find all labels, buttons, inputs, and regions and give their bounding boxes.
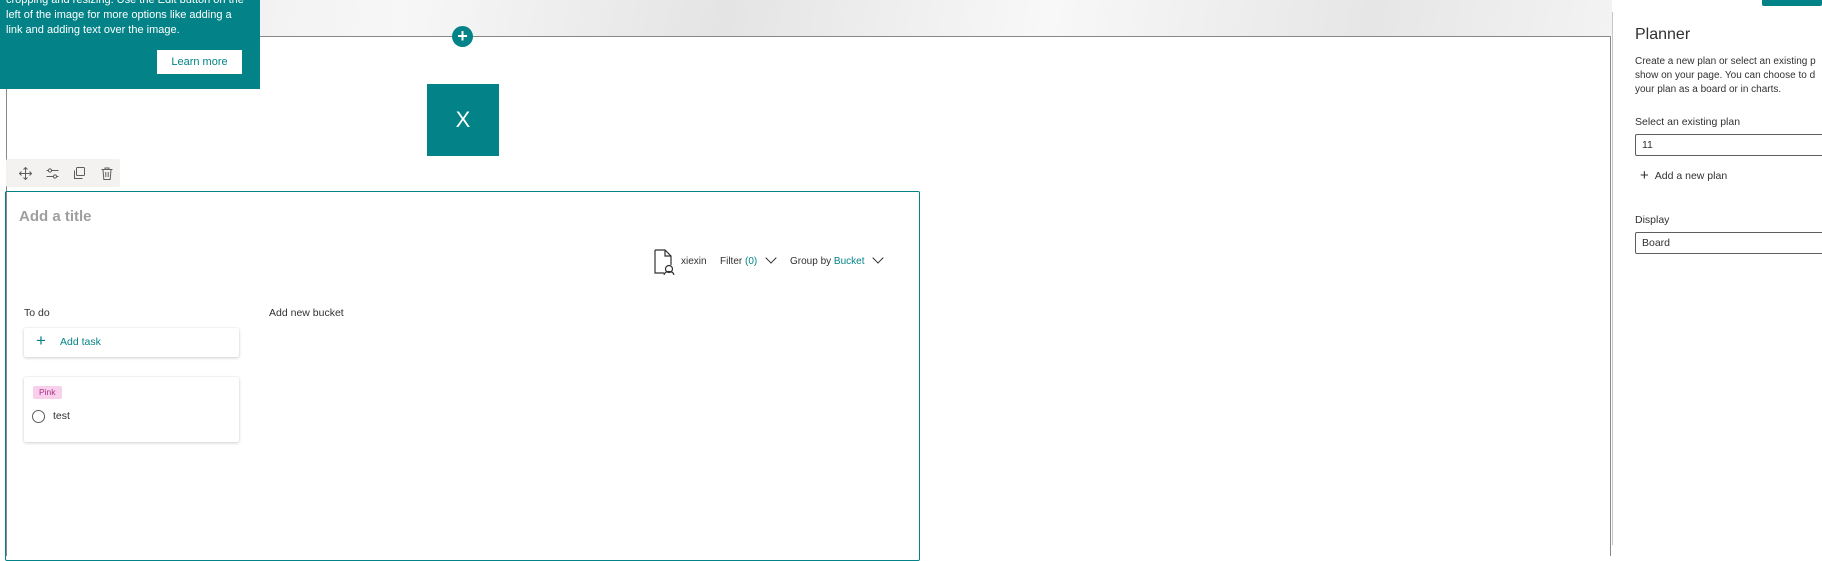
filter-button[interactable]: Filter (0)	[720, 252, 777, 267]
webpart-title-input[interactable]: Add a title	[19, 208, 92, 225]
select-plan-dropdown[interactable]: 11	[1635, 134, 1822, 156]
group-by-label: Group by	[790, 256, 832, 267]
task-label-pink: Pink	[33, 386, 62, 399]
select-plan-label: Select an existing plan	[1635, 116, 1741, 128]
callout-text: cropping and resizing. Use the Edit butt…	[6, 0, 244, 36]
pane-divider	[1612, 12, 1613, 545]
pane-description-line: show on your page. You can choose to d	[1635, 70, 1816, 81]
add-new-plan-button[interactable]: + Add a new plan	[1640, 166, 1728, 184]
plan-members-icon[interactable]	[653, 249, 675, 276]
pane-description: Create a new plan or select an existing …	[1635, 55, 1822, 97]
group-by-button[interactable]: Group by Bucket	[790, 252, 884, 267]
add-task-label: Add task	[60, 336, 101, 348]
move-icon[interactable]	[12, 161, 39, 185]
display-label: Display	[1635, 214, 1670, 226]
plus-icon: +	[1640, 167, 1649, 184]
pane-top-button[interactable]	[1762, 0, 1822, 6]
plus-icon: +	[36, 331, 46, 350]
edit-properties-icon[interactable]	[39, 161, 66, 185]
pane-title: Planner	[1635, 26, 1691, 43]
filter-count: (0)	[745, 256, 758, 267]
bucket-name[interactable]: To do	[24, 307, 50, 319]
group-by-value: Bucket	[833, 256, 865, 267]
image-tile[interactable]: X	[427, 84, 499, 156]
task-complete-checkbox[interactable]	[32, 410, 45, 423]
display-dropdown[interactable]: Board	[1635, 232, 1822, 254]
webpart-toolbar	[6, 159, 120, 187]
pane-description-line: Create a new plan or select an existing …	[1635, 56, 1816, 67]
add-webpart-button[interactable]: +	[452, 26, 473, 47]
duplicate-icon[interactable]	[66, 161, 93, 185]
member-name: xiexin	[681, 256, 707, 267]
task-card[interactable]: Pink test	[24, 377, 239, 442]
planner-webpart	[5, 191, 920, 561]
add-task-button[interactable]: + Add task	[24, 328, 239, 357]
learn-more-button[interactable]: Learn more	[157, 50, 242, 74]
pane-description-line: your plan as a board or in charts.	[1635, 84, 1782, 95]
task-title: test	[53, 410, 70, 422]
delete-icon[interactable]	[93, 161, 120, 185]
teaching-callout: cropping and resizing. Use the Edit butt…	[0, 0, 260, 89]
filter-label: Filter	[720, 256, 743, 267]
add-new-bucket-button[interactable]: Add new bucket	[269, 307, 344, 319]
add-plan-label: Add a new plan	[1654, 170, 1728, 182]
